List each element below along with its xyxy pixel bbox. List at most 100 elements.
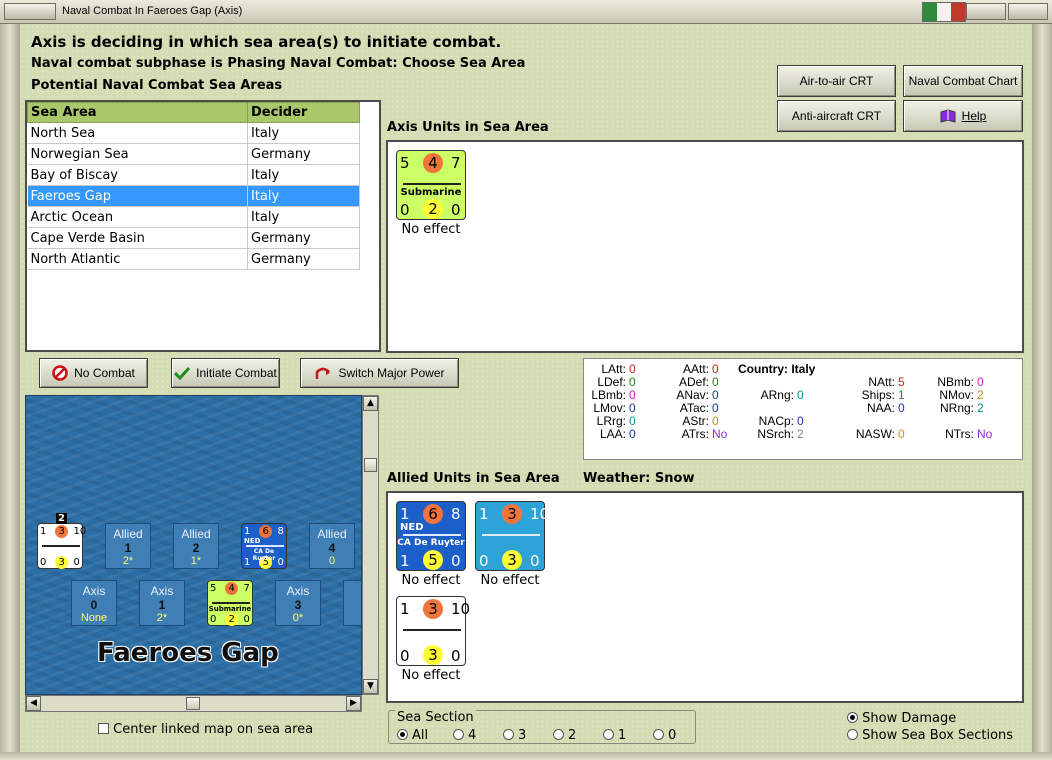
naval-combat-chart-button[interactable]: Naval Combat Chart (903, 65, 1023, 97)
sea-section-option[interactable]: 4 (453, 728, 503, 743)
sea-area-row[interactable]: Faeroes Gap Italy (27, 185, 360, 207)
scroll-right-button[interactable]: ▶ (346, 696, 361, 711)
air-to-air-crt-button[interactable]: Air-to-air CRT (777, 65, 896, 97)
sea-box-side: Allied (181, 527, 211, 541)
anti-aircraft-crt-button[interactable]: Anti-aircraft CRT (777, 100, 896, 132)
stat-ldef: LDef: 0 (586, 375, 636, 389)
sea-area-row[interactable]: Bay of Biscay Italy (27, 164, 360, 186)
unit-counter[interactable]: 1 0 3 3 10 0 (475, 501, 549, 571)
stat-label: NAtt: (868, 375, 895, 389)
vertical-scroll-thumb[interactable] (364, 458, 377, 472)
sea-box-axis[interactable]: Axis 3 0* (275, 580, 321, 626)
sea-area-row[interactable]: Arctic Ocean Italy (27, 206, 360, 228)
sea-section-option[interactable]: 2 (553, 728, 603, 743)
stat-value: 0 (797, 388, 804, 402)
sea-area-row[interactable]: North Atlantic Germany (27, 248, 360, 270)
show-sea-box-option[interactable]: Show Sea Box Sections (847, 728, 1013, 743)
ship-silhouette-icon (403, 183, 461, 185)
sea-area-cell: North Atlantic (27, 248, 248, 270)
sea-section-label: Sea Section (395, 710, 476, 725)
sea-section-radio[interactable] (653, 729, 664, 740)
help-button[interactable]: Help (903, 100, 1023, 132)
stat-aatt: AAtt: 0 (669, 362, 719, 376)
unit-counter[interactable]: 1 0 3 3 10 0 (37, 523, 86, 569)
horizontal-scroll-thumb[interactable] (186, 697, 200, 710)
sea-section-radio[interactable] (603, 729, 614, 740)
unit-counter[interactable]: 5 0 4 2 7 0 Submarine (207, 580, 253, 626)
show-sea-box-radio[interactable] (847, 729, 858, 740)
sea-area-map[interactable]: Allied 1 2* Allied 2 1* Allied 4 0 Axis 0 None Axis 1… (25, 395, 362, 695)
weather-label: Weather: (583, 471, 651, 486)
sea-box-allied[interactable]: Allied 4 0 (309, 523, 355, 569)
center-map-checkbox[interactable] (98, 723, 109, 734)
air-to-air-label: Air-to-air CRT (799, 74, 874, 88)
stat-label: LRrg: (596, 414, 626, 428)
minimize-button[interactable] (966, 3, 1006, 20)
axis-units-label: Axis Units in Sea Area (387, 120, 549, 135)
country-value: Italy (791, 362, 816, 376)
center-map-checkbox-row[interactable]: Center linked map on sea area (98, 722, 313, 737)
col-header-decider[interactable]: Decider (247, 102, 360, 123)
show-damage-option[interactable]: Show Damage (847, 711, 956, 726)
sea-box-axis[interactable]: A (343, 580, 361, 626)
initiate-combat-button[interactable]: Initiate Combat (171, 358, 280, 388)
stat-ships: Ships: 1 (839, 388, 905, 402)
maximize-button[interactable] (1008, 3, 1048, 20)
unit-counter[interactable]: 1 1 6 5 8 0 NED CA De Ruyter (396, 501, 466, 571)
map-horizontal-scrollbar[interactable]: ◀ ▶ (25, 695, 362, 712)
stat-arng: ARng: 0 (749, 388, 804, 402)
scroll-left-button[interactable]: ◀ (26, 696, 41, 711)
show-damage-radio[interactable] (847, 712, 858, 723)
sea-area-cell: Norwegian Sea (27, 143, 248, 165)
sea-area-row[interactable]: Cape Verde Basin Germany (27, 227, 360, 249)
stat-value: 0 (629, 375, 636, 389)
stat-value: 0 (629, 414, 636, 428)
map-vertical-scrollbar[interactable]: ▲ ▼ (362, 395, 379, 695)
stat-label: ARng: (760, 388, 794, 402)
title-bar: Naval Combat In Faeroes Gap (Axis) (0, 0, 1052, 24)
sea-section-option[interactable]: 0 (653, 728, 703, 743)
sea-section-radio[interactable] (453, 729, 464, 740)
unit-counter[interactable]: 5 0 4 2 7 0 Submarine (396, 150, 466, 220)
sea-area-row[interactable]: North Sea Italy (27, 122, 360, 144)
no-combat-button[interactable]: No Combat (39, 358, 148, 388)
sea-box-value: 2* (156, 612, 168, 624)
stat-atac: ATac: 0 (669, 401, 719, 415)
scroll-up-button[interactable]: ▲ (363, 396, 378, 411)
initiate-combat-label: Initiate Combat (196, 366, 277, 380)
sea-area-cell: Cape Verde Basin (27, 227, 248, 249)
stat-nsrch: NSrch: 2 (749, 427, 803, 441)
sea-box-side: A (344, 584, 361, 598)
sea-box-allied[interactable]: Allied 2 1* (173, 523, 219, 569)
sea-area-row[interactable]: Norwegian Sea Germany (27, 143, 360, 165)
sea-box-number: 4 (328, 541, 336, 555)
nationality-label: NED (243, 537, 261, 546)
sea-box-axis[interactable]: Axis 1 2* (139, 580, 185, 626)
switch-major-power-button[interactable]: Switch Major Power (300, 358, 459, 388)
sea-section-radio[interactable] (503, 729, 514, 740)
stat-value: 0 (712, 401, 719, 415)
potential-areas-heading: Potential Naval Combat Sea Areas (31, 78, 283, 93)
sea-section-radio[interactable] (553, 729, 564, 740)
sea-box-allied[interactable]: Allied 1 2* (105, 523, 151, 569)
decider-cell: Germany (247, 143, 360, 165)
sea-section-option[interactable]: 3 (503, 728, 553, 743)
sea-section-option[interactable]: 1 (603, 728, 653, 743)
ship-silhouette-icon (403, 629, 461, 631)
top-value: 10 (451, 600, 471, 618)
scroll-down-button[interactable]: ▼ (363, 679, 378, 694)
stat-label: NASW: (855, 427, 895, 441)
stat-laa: LAA: 0 (586, 427, 636, 441)
sea-box-side: Allied (113, 527, 143, 541)
unit-counter[interactable]: 1 1 6 5 8 0 NED CA De Ruyter (241, 523, 287, 569)
top-value: 7 (243, 582, 250, 594)
sea-box-axis[interactable]: Axis 0 None (71, 580, 117, 626)
stat-label: Ships: (861, 388, 895, 402)
stat-nrng: NRng: 2 (924, 401, 984, 415)
sea-section-option[interactable]: All (397, 728, 453, 743)
col-header-sea-area[interactable]: Sea Area (27, 102, 248, 123)
sea-section-radio[interactable] (397, 729, 408, 740)
unit-counter[interactable]: 1 0 3 3 10 0 (396, 596, 470, 666)
system-menu-button[interactable] (4, 3, 56, 20)
unit-stats-panel: LAtt: 0 LDef: 0 LBmb: 0 LMov: 0 LRrg: 0 LAA: 0 AAtt:… (583, 358, 1023, 460)
